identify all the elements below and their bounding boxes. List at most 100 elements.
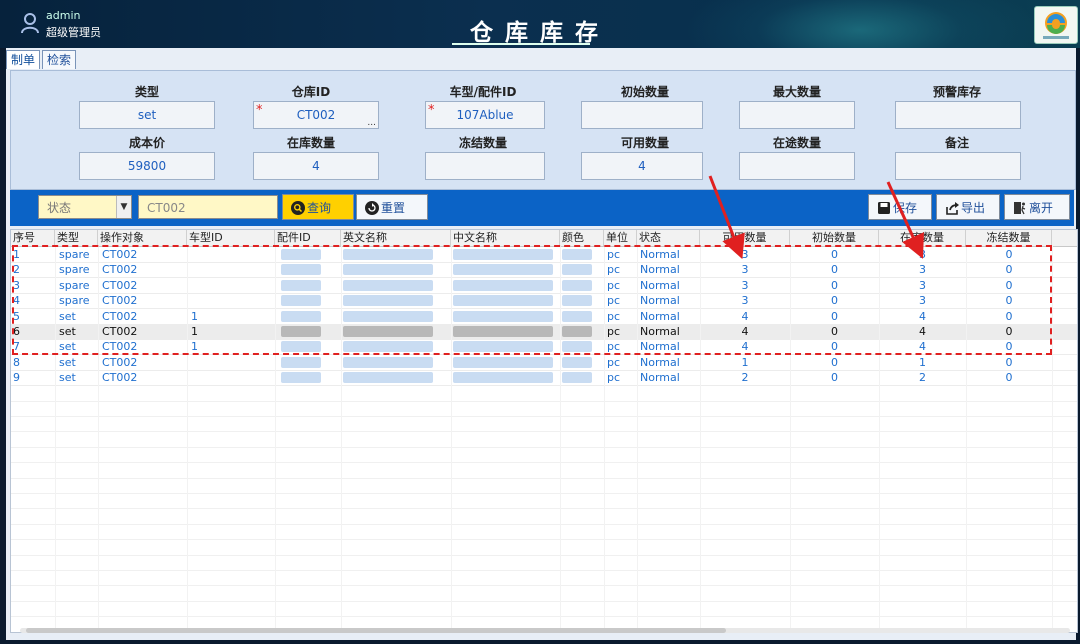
cell-type: set xyxy=(59,325,76,338)
table-row[interactable]: 3 spare CT002 pc Normal 3 0 3 0 xyxy=(11,278,1077,294)
cell-unit: pc xyxy=(607,371,621,385)
cell-frozen: 0 xyxy=(1005,340,1013,354)
scrollbar-thumb[interactable] xyxy=(26,628,726,633)
empty-row xyxy=(11,401,1077,417)
col-available[interactable]: 可用数量 xyxy=(700,230,790,246)
cell-no: 7 xyxy=(13,340,20,354)
table-row[interactable]: 9 set CT002 pc Normal 2 0 2 0 xyxy=(11,370,1077,387)
cell-target: CT002 xyxy=(102,263,138,277)
redacted-cell xyxy=(562,326,592,337)
redacted-cell xyxy=(453,372,553,384)
table-row[interactable]: 6 set CT002 1 pc Normal 4 0 4 0 xyxy=(11,324,1077,340)
reset-button[interactable]: 重置 xyxy=(356,194,428,220)
cell-in-stock: 3 xyxy=(919,263,926,277)
col-no[interactable]: 序号 xyxy=(11,230,55,246)
table-row[interactable]: 5 set CT002 1 pc Normal 4 0 4 0 xyxy=(11,309,1077,325)
cell-initial: 0 xyxy=(831,294,838,308)
cell-initial: 0 xyxy=(831,309,838,323)
redacted-cell xyxy=(453,310,553,322)
exit-button[interactable]: 离开 xyxy=(1004,194,1070,220)
empty-row xyxy=(11,586,1077,602)
empty-row xyxy=(11,447,1077,464)
cell-type: spare xyxy=(59,248,90,261)
grid-line xyxy=(275,246,276,632)
cell-status: Normal xyxy=(640,294,680,308)
empty-row xyxy=(11,524,1077,541)
in-transit-qty-field[interactable] xyxy=(739,152,855,180)
initial-qty-field[interactable] xyxy=(581,101,703,129)
col-type[interactable]: 类型 xyxy=(55,230,98,246)
col-english-name[interactable]: 英文名称 xyxy=(341,230,451,246)
redacted-cell xyxy=(562,264,592,276)
warning-stock-field[interactable] xyxy=(895,101,1021,129)
col-unit[interactable]: 单位 xyxy=(604,230,637,246)
table-row[interactable]: 1 spare CT002 pc Normal 3 0 3 0 xyxy=(11,247,1077,263)
col-target[interactable]: 操作对象 xyxy=(98,230,187,246)
cell-target: CT002 xyxy=(102,294,138,308)
max-qty-field[interactable] xyxy=(739,101,855,129)
frozen-qty-field[interactable] xyxy=(425,152,545,180)
model-part-id-field[interactable]: * 107Ablue xyxy=(425,101,545,129)
redacted-cell xyxy=(562,310,592,322)
exit-label: 离开 xyxy=(1029,201,1054,215)
redacted-cell xyxy=(281,356,321,368)
search-input[interactable]: CT002 xyxy=(138,195,278,219)
warehouse-id-field[interactable]: * CT002 ... xyxy=(253,101,379,129)
col-car-id[interactable]: 车型ID xyxy=(187,230,275,246)
redacted-cell xyxy=(281,326,321,337)
company-logo-icon xyxy=(1034,6,1078,44)
in-stock-qty-label: 在库数量 xyxy=(286,136,335,150)
cell-in-stock: 1 xyxy=(919,355,926,369)
table-row[interactable]: 4 spare CT002 pc Normal 3 0 3 0 xyxy=(11,293,1077,310)
query-button[interactable]: 查询 xyxy=(282,194,354,220)
empty-row xyxy=(11,463,1077,479)
reset-label: 重置 xyxy=(381,201,406,215)
cell-initial: 0 xyxy=(831,278,838,292)
redacted-cell xyxy=(343,279,433,291)
cell-in-stock: 3 xyxy=(919,248,926,261)
redacted-cell xyxy=(343,326,433,337)
tab-search[interactable]: 检索 xyxy=(42,50,77,69)
in-stock-qty-field[interactable]: 4 xyxy=(253,152,379,180)
chevron-down-icon[interactable]: ▼ xyxy=(116,196,131,218)
warning-stock-label: 预警库存 xyxy=(932,85,981,99)
redacted-cell xyxy=(562,356,592,368)
cell-available: 3 xyxy=(741,278,749,292)
cell-status: Normal xyxy=(640,278,680,292)
remark-field[interactable] xyxy=(895,152,1021,180)
table-row[interactable]: 7 set CT002 1 pc Normal 4 0 4 0 xyxy=(11,339,1077,356)
redacted-cell xyxy=(562,341,592,353)
cell-type: set xyxy=(59,371,76,385)
col-chinese-name[interactable]: 中文名称 xyxy=(451,230,560,246)
tab-create[interactable]: 制单 xyxy=(6,50,41,69)
col-frozen[interactable]: 冻结数量 xyxy=(966,230,1052,246)
col-initial[interactable]: 初始数量 xyxy=(790,230,879,246)
picker-button[interactable]: ... xyxy=(367,119,376,128)
col-in-stock[interactable]: 在库数量 xyxy=(879,230,966,246)
cell-status: Normal xyxy=(640,355,680,369)
col-part-id[interactable]: 配件ID xyxy=(275,230,341,246)
cell-status: Normal xyxy=(640,325,680,338)
horizontal-scrollbar[interactable] xyxy=(20,628,1070,633)
available-qty-field[interactable]: 4 xyxy=(581,152,703,180)
cell-car-id xyxy=(191,278,211,293)
cost-price-field[interactable]: 59800 xyxy=(79,152,215,180)
save-button[interactable]: 保存 xyxy=(868,194,932,220)
page-title: 仓库库存 xyxy=(470,20,610,46)
redacted-cell xyxy=(281,341,321,353)
export-button[interactable]: 导出 xyxy=(936,194,1000,220)
type-field[interactable]: set xyxy=(79,101,215,129)
cell-in-stock: 3 xyxy=(919,294,926,308)
status-select[interactable]: 状态 ▼ xyxy=(38,195,132,219)
redacted-cell xyxy=(281,295,321,307)
col-color[interactable]: 颜色 xyxy=(560,230,604,246)
redacted-cell xyxy=(343,356,433,368)
table-row[interactable]: 8 set CT002 pc Normal 1 0 1 0 xyxy=(11,355,1077,371)
redacted-cell xyxy=(343,264,433,276)
cell-available: 4 xyxy=(741,309,749,323)
cell-initial: 0 xyxy=(831,263,838,277)
cell-no: 5 xyxy=(13,309,20,323)
inventory-form: 类型 仓库ID 车型/配件ID 初始数量 最大数量 预警库存 set * CT0… xyxy=(10,70,1076,190)
table-row[interactable]: 2 spare CT002 pc Normal 3 0 3 0 xyxy=(11,262,1077,279)
col-status[interactable]: 状态 xyxy=(637,230,700,246)
